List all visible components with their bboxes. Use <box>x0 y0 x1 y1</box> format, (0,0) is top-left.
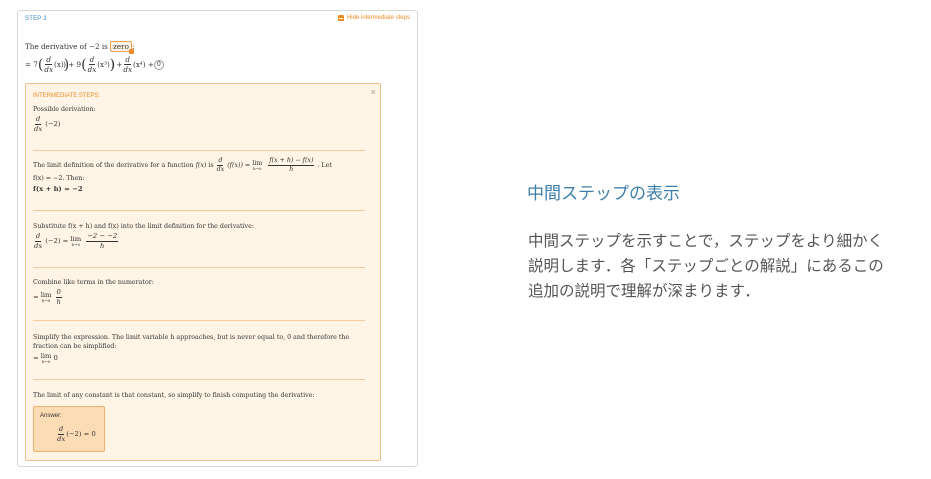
intermediate-steps-panel: × INTERMEDIATE STEPS: Possible derivatio… <box>25 83 381 461</box>
answer-label: Answer: <box>40 413 62 419</box>
d-dx-fraction: d dx <box>87 55 97 75</box>
zero-value-box[interactable]: zero <box>110 41 134 54</box>
substep-1-text: Possible derivation: <box>33 106 96 113</box>
substep-2: The limit definition of the derivative f… <box>33 157 365 195</box>
side-description: 中間ステップを示すことで，ステップをより細かく説明します．各「ステップごとの解説… <box>528 232 884 300</box>
step-label: STEP 3 <box>25 16 47 22</box>
divider <box>33 379 365 380</box>
answer-box: Answer: d dx (−2) = 0 <box>33 406 105 452</box>
d-dx-fraction: d dx <box>123 55 133 75</box>
hide-link-label: Hide intermediate steps <box>346 15 410 21</box>
substep-5-text: Simplify the expression. The limit varia… <box>33 334 350 351</box>
substep-1-math: d dx (−2) <box>34 115 61 133</box>
collapse-icon <box>337 15 344 21</box>
substep-1: Possible derivation: d dx (−2) <box>33 105 365 133</box>
expr-plus: ) + <box>111 60 123 70</box>
intermediate-steps-title: INTERMEDIATE STEPS: <box>33 93 101 99</box>
substep-2-then: f(x) = −2. Then: <box>33 174 85 182</box>
divider <box>33 267 365 268</box>
substep-4: Combine like terms in the numerator: = l… <box>33 278 365 306</box>
expr-zero-circled[interactable]: 0 <box>153 59 164 70</box>
divider <box>33 320 365 321</box>
close-icon[interactable]: × <box>371 87 376 97</box>
side-title: 中間ステップの表示 <box>527 184 680 204</box>
hide-intermediate-steps-link[interactable]: Hide intermediate steps <box>337 15 410 21</box>
expr-coeff-7: = 7 <box>25 60 38 70</box>
divider <box>33 150 365 151</box>
substep-6: The limit of any constant is that consta… <box>33 391 365 400</box>
derivative-expression: = 7 ( d dx (x) ) ) + 9 ( d dx (x³) ) ) + d… <box>25 56 164 73</box>
expr-x4: (x⁴) + <box>133 60 154 70</box>
substep-6-text: The limit of any constant is that consta… <box>33 392 315 399</box>
substep-3: Substitute f(x + h) and f(x) into the li… <box>33 222 365 250</box>
substep-4-text: Combine like terms in the numerator: <box>33 279 154 286</box>
substep-5: Simplify the expression. The limit varia… <box>33 333 365 364</box>
step-card: STEP 3 Hide intermediate steps The deriv… <box>17 10 418 467</box>
substep-3-text: Substitute f(x + h) and f(x) into the li… <box>33 223 254 230</box>
statement-prefix: The derivative of −2 is <box>25 42 108 51</box>
substep-2-result: f(x + h) = −2 <box>33 184 83 193</box>
expr-x3: (x³) <box>97 60 110 70</box>
answer-math: d dx (−2) = 0 <box>57 425 96 443</box>
d-dx-fraction: d dx <box>44 55 54 75</box>
expr-plus-9: ) + 9 <box>63 60 82 70</box>
divider <box>33 210 365 211</box>
derivative-statement: The derivative of −2 is zero: <box>25 41 134 54</box>
